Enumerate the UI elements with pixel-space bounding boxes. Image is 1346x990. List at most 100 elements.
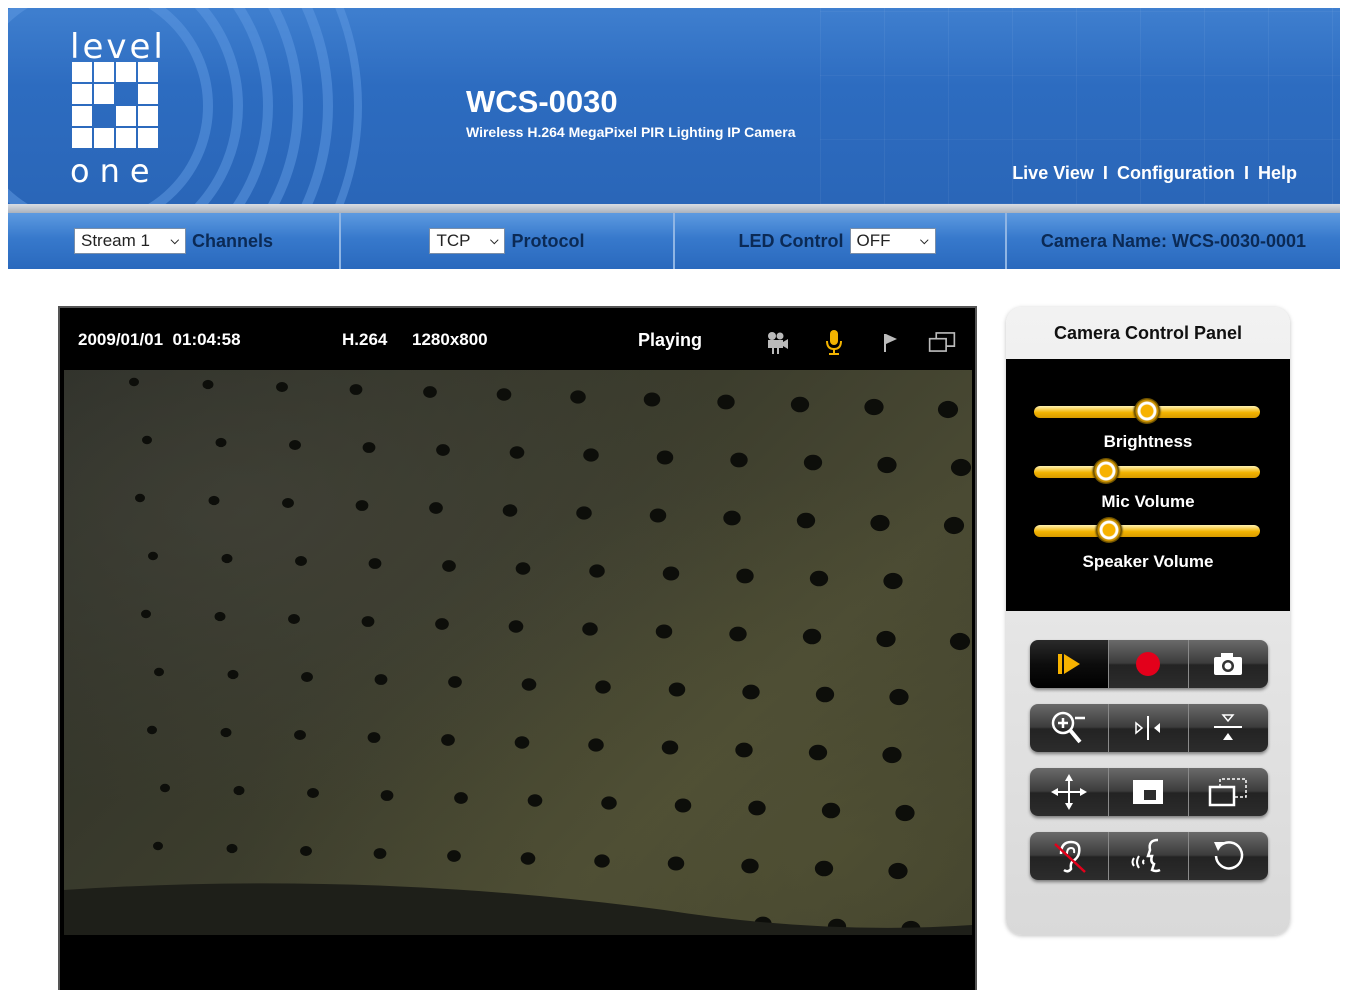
panel-hole [221, 553, 233, 564]
panel-hole [814, 860, 834, 877]
protocol-cell: TCP ⌵ Protocol [341, 213, 675, 269]
panel-hole [508, 620, 524, 633]
stream-toolbar: Stream 1 ⌵ Channels TCP ⌵ Protocol LED C… [8, 213, 1340, 269]
panel-hole [208, 495, 220, 506]
panel-hole [570, 390, 586, 404]
logo-text-bottom: one [70, 152, 160, 190]
view-button-row [1030, 704, 1268, 752]
led-select[interactable]: OFF ⌵ [849, 228, 936, 254]
panel-hole [282, 497, 294, 509]
panel-hole [496, 388, 512, 401]
panel-hole [301, 671, 313, 683]
video-status-bar: 2009/01/01 01:04:58 H.264 1280x800 Playi… [60, 308, 975, 370]
speaker-volume-slider[interactable] [1034, 517, 1260, 543]
panel-hole [943, 516, 965, 535]
nav-configuration[interactable]: Configuration [1117, 163, 1235, 183]
panel-hole [949, 632, 971, 651]
panel-hole [674, 798, 692, 813]
panel-hole [135, 493, 145, 503]
panel-hole [888, 862, 908, 880]
ptz-button-row [1030, 768, 1268, 816]
window-button[interactable] [1188, 768, 1268, 816]
stream-select[interactable]: Stream 1 ⌵ [73, 228, 186, 254]
panel-hole [895, 804, 915, 822]
panel-hole [796, 512, 816, 529]
panel-hole [227, 669, 239, 680]
talk-button[interactable] [1109, 832, 1189, 880]
panel-hole [803, 454, 823, 471]
panel-hole [717, 394, 735, 410]
brightness-slider[interactable] [1034, 398, 1260, 424]
listen-button[interactable] [1030, 832, 1110, 880]
region-icon [1133, 780, 1164, 804]
panel-hole [148, 551, 158, 561]
flag-icon[interactable] [875, 328, 903, 356]
camera-name: Camera Name: WCS-0030-0001 [1040, 230, 1307, 251]
panel-hole [655, 624, 673, 639]
panel-hole [141, 609, 151, 619]
panel-hole [220, 727, 232, 738]
panel-hole [154, 667, 164, 677]
logo-grid-icon [72, 62, 158, 148]
panel-hole [876, 630, 896, 648]
panel-hole [736, 568, 754, 584]
video-timestamp: 2009/01/01 01:04:58 [78, 330, 241, 349]
panel-hole [442, 560, 456, 572]
record-button[interactable] [1109, 640, 1189, 688]
mirror-icon [1135, 716, 1161, 740]
brightness-slider-knob[interactable] [1134, 398, 1160, 424]
panel-hole [889, 688, 909, 706]
window-icon[interactable] [928, 328, 956, 356]
panel-hole [588, 738, 604, 752]
camera-control-panel: Camera Control Panel Brightness Mic Volu… [1006, 307, 1290, 935]
panel-hole [723, 510, 741, 526]
protocol-select[interactable]: TCP ⌵ [429, 228, 506, 254]
chevron-down-icon: ⌵ [920, 234, 929, 247]
panel-hole [288, 613, 300, 625]
speaker-volume-slider-knob[interactable] [1095, 517, 1122, 543]
video-feed[interactable] [64, 370, 972, 935]
panel-hole [790, 396, 810, 413]
reset-button[interactable] [1188, 832, 1268, 880]
panel-hole [649, 508, 667, 523]
video-feed-image [64, 377, 972, 935]
panel-hole [429, 502, 443, 514]
nav-help[interactable]: Help [1258, 163, 1297, 183]
flip-button[interactable] [1188, 704, 1268, 752]
snapshot-button[interactable] [1188, 640, 1268, 688]
panel-hole [521, 678, 537, 691]
panel-hole [809, 570, 829, 587]
slider-area: Brightness Mic Volume Speaker Volume [1006, 359, 1290, 611]
video-camera-icon[interactable] [763, 328, 791, 356]
panel-hole [367, 732, 381, 743]
panel-hole [300, 845, 312, 857]
panel-hole [276, 381, 288, 393]
panel-hole [527, 794, 543, 807]
header-banner: level one WCS-0030 Wireless H.264 MegaPi… [8, 8, 1340, 204]
play-button[interactable] [1030, 640, 1110, 688]
nav-live-view[interactable]: Live View [1012, 163, 1094, 183]
led-control-label: LED Control [738, 230, 844, 251]
panel-hole [735, 742, 753, 758]
panel-hole [160, 783, 170, 793]
microphone-icon[interactable] [820, 328, 848, 356]
protocol-label: Protocol [511, 230, 585, 251]
panel-hole [656, 450, 674, 465]
video-codec: H.264 [342, 330, 388, 349]
mic-volume-slider-knob[interactable] [1093, 458, 1120, 484]
panel-hole [380, 790, 394, 801]
move-button[interactable] [1030, 768, 1110, 816]
panel-hole [883, 572, 903, 590]
mic-volume-slider[interactable] [1034, 458, 1260, 484]
panel-hole [294, 729, 306, 741]
video-resolution: 1280x800 [412, 330, 488, 349]
levelone-logo: level one [70, 30, 180, 190]
zoom-button[interactable] [1030, 704, 1110, 752]
panel-hole [368, 558, 382, 569]
speaker-volume-label: Speaker Volume [1082, 552, 1214, 571]
panel-hole [509, 446, 525, 459]
panel-hole [595, 680, 611, 694]
mirror-button[interactable] [1109, 704, 1189, 752]
panel-hole [937, 400, 959, 419]
region-button[interactable] [1109, 768, 1189, 816]
